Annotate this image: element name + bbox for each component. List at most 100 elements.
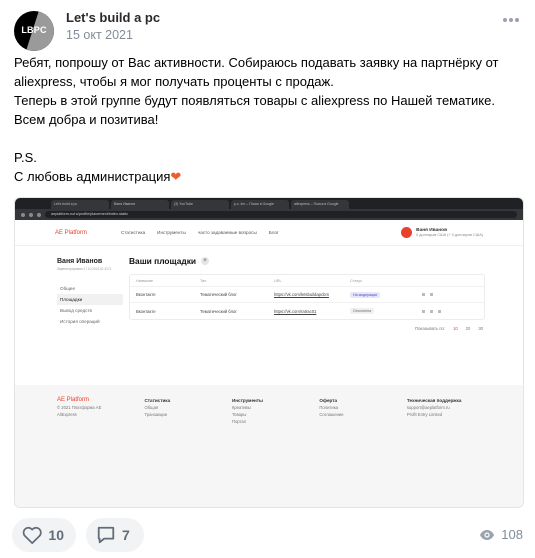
ae-user: Ваня Иванов 0 долларов США (+ 0 долларов…: [401, 227, 483, 238]
footer-title: Техническая поддержка: [406, 398, 462, 403]
column-header: URL: [274, 278, 282, 283]
footer-logo: AE Platform: [57, 397, 90, 403]
like-count: 10: [48, 527, 64, 543]
footer-line: Портал: [231, 419, 247, 424]
row-actions: [422, 293, 433, 296]
ae-menu-item: Инструменты: [157, 230, 186, 235]
group-avatar[interactable]: LBPC: [14, 11, 54, 51]
comment-icon: [97, 526, 115, 544]
ae-side-item: Вывод средств: [60, 308, 92, 313]
attached-screenshot[interactable]: Let's build a pc Ваня Иванов (3) YouTube…: [14, 197, 524, 508]
footer-col: Инструменты Креативы Товары Портал: [232, 397, 289, 497]
column-header: Статус: [350, 278, 363, 283]
footer-title: Инструменты: [231, 398, 263, 403]
footer-title: Статистика: [144, 398, 171, 403]
delete-icon: [430, 293, 433, 296]
footer-line: support@aeplatform.ru: [406, 405, 450, 410]
post-line: Ребят, попрошу от Вас активности. Собира…: [14, 55, 499, 70]
forward-icon: [29, 212, 33, 217]
footer-line: Profit Entry Limited: [406, 412, 443, 417]
post-line: P.S.: [14, 150, 37, 165]
browser-url: aeplatform.ru/ru/profile/placement/index…: [45, 211, 517, 218]
like-button[interactable]: 10: [12, 518, 76, 552]
cell-type: Тематический блог: [200, 308, 237, 314]
footer-col: Техническая поддержка support@aeplatform…: [407, 397, 481, 497]
post-date[interactable]: 15 окт 2021: [66, 28, 133, 42]
post-line-text: С любовь администрация: [14, 169, 171, 184]
post-author[interactable]: Let's build a pc: [66, 10, 160, 25]
cell-name: Вконтакте: [136, 292, 156, 297]
browser-tab: aliexpress – Поиск в Google: [291, 200, 349, 209]
pager-label: Показывать по:: [415, 326, 445, 331]
post-line: aliexpress, чтобы я мог получать процент…: [14, 74, 334, 89]
browser-urlbar: aeplatform.ru/ru/profile/placement/index…: [15, 209, 523, 220]
more-options-icon[interactable]: [503, 18, 519, 24]
browser-tab: Let's build a pc: [51, 200, 109, 209]
row-actions: [422, 309, 441, 313]
post-line: Теперь в этой группе будут появляться то…: [14, 93, 495, 108]
heart-icon: [22, 526, 42, 544]
ae-sidebar: Ваня Иванов Зарегистрирован 17.10.2021 I…: [57, 258, 123, 327]
ae-menu-item: Статистика: [121, 230, 146, 235]
avatar-text: LBPC: [21, 25, 47, 35]
heart-emoji-icon: ❤: [170, 169, 182, 184]
post-text: Ребят, попрошу от Вас активности. Собира…: [14, 53, 524, 186]
views-counter: 108: [479, 527, 523, 542]
ae-page-title-text: Ваши площадки: [129, 256, 197, 266]
column-header: Название: [136, 278, 153, 283]
browser-tab: (3) YouTube: [171, 200, 229, 209]
ae-menu-item: Блог: [268, 230, 279, 235]
footer-title: Оферта: [319, 398, 338, 403]
footer-line: Транзакции: [144, 412, 167, 417]
pager-option: 20: [465, 326, 471, 331]
back-icon: [21, 212, 25, 217]
footer-line: Товары: [231, 412, 247, 417]
ae-user-avatar: [401, 227, 413, 238]
ae-page-title: Ваши площадки +: [129, 256, 489, 266]
cell-url: https://vk.com/letsbuildapcbm: [274, 292, 329, 297]
ae-footer: AE Platform © 2021 Платформа AE AliExpre…: [15, 385, 523, 507]
reload-icon: [37, 212, 41, 217]
platforms-table: Название Тип URL Статус Вконтакте Темати…: [129, 274, 485, 320]
footer-line: AliExpress: [57, 412, 77, 417]
footer-line: Соглашение: [319, 412, 344, 417]
footer-line: Креативы: [231, 405, 251, 410]
comment-count: 7: [122, 527, 130, 543]
edit-icon: [422, 309, 425, 313]
footer-line: Политика: [319, 405, 338, 410]
cell-type: Тематический блог: [200, 292, 237, 297]
post-line: Всем добра и позитива!: [14, 112, 159, 127]
post-line: [14, 129, 524, 148]
footer-col: AE Platform © 2021 Платформа AE AliExpre…: [57, 397, 114, 497]
table-header: Название Тип URL Статус: [130, 275, 484, 287]
footer-col: Статистика Общая Транзакции: [144, 397, 201, 497]
ae-menu: Статистика Инструменты часто задаваемые …: [121, 230, 279, 235]
footer-line: © 2021 Платформа AE: [57, 405, 102, 410]
ae-main: Ваши площадки + Название Тип URL Статус …: [129, 256, 489, 331]
footer-line: Общая: [144, 405, 159, 410]
eye-icon: [480, 529, 495, 540]
pager-option: 30: [478, 326, 483, 331]
column-header: Тип: [200, 278, 207, 283]
ae-header: AE Platform Статистика Инструменты часто…: [15, 220, 523, 246]
cell-url: https://vk.com/ratrac01: [274, 308, 317, 314]
table-row: Вконтакте Тематический блог https://vk.c…: [130, 303, 484, 319]
cell-name: Вконтакте: [136, 308, 156, 314]
views-count: 108: [501, 527, 523, 542]
ae-profile-name: Ваня Иванов: [57, 258, 103, 265]
comment-button[interactable]: 7: [86, 518, 144, 552]
ae-logo: AE Platform: [55, 229, 88, 236]
pager: Показывать по: 10 20 30: [129, 326, 489, 331]
post-line: С любовь администрация❤: [14, 167, 524, 186]
pager-option-selected: 10: [452, 326, 458, 331]
ae-user-balance: 0 долларов США (+ 0 долларов США): [416, 233, 483, 237]
browser-tabbar: Let's build a pc Ваня Иванов (3) YouTube…: [15, 198, 523, 209]
ae-menu-item: часто задаваемые вопросы: [197, 230, 257, 235]
status-badge: Отклонена: [350, 308, 375, 314]
delete-icon: [430, 309, 433, 313]
add-platform-icon: +: [201, 257, 210, 265]
browser-tab: Ваня Иванов: [111, 200, 169, 209]
edit-icon: [422, 293, 425, 296]
ae-body: Ваня Иванов Зарегистрирован 17.10.2021 I…: [15, 246, 523, 394]
info-icon: [438, 309, 441, 313]
